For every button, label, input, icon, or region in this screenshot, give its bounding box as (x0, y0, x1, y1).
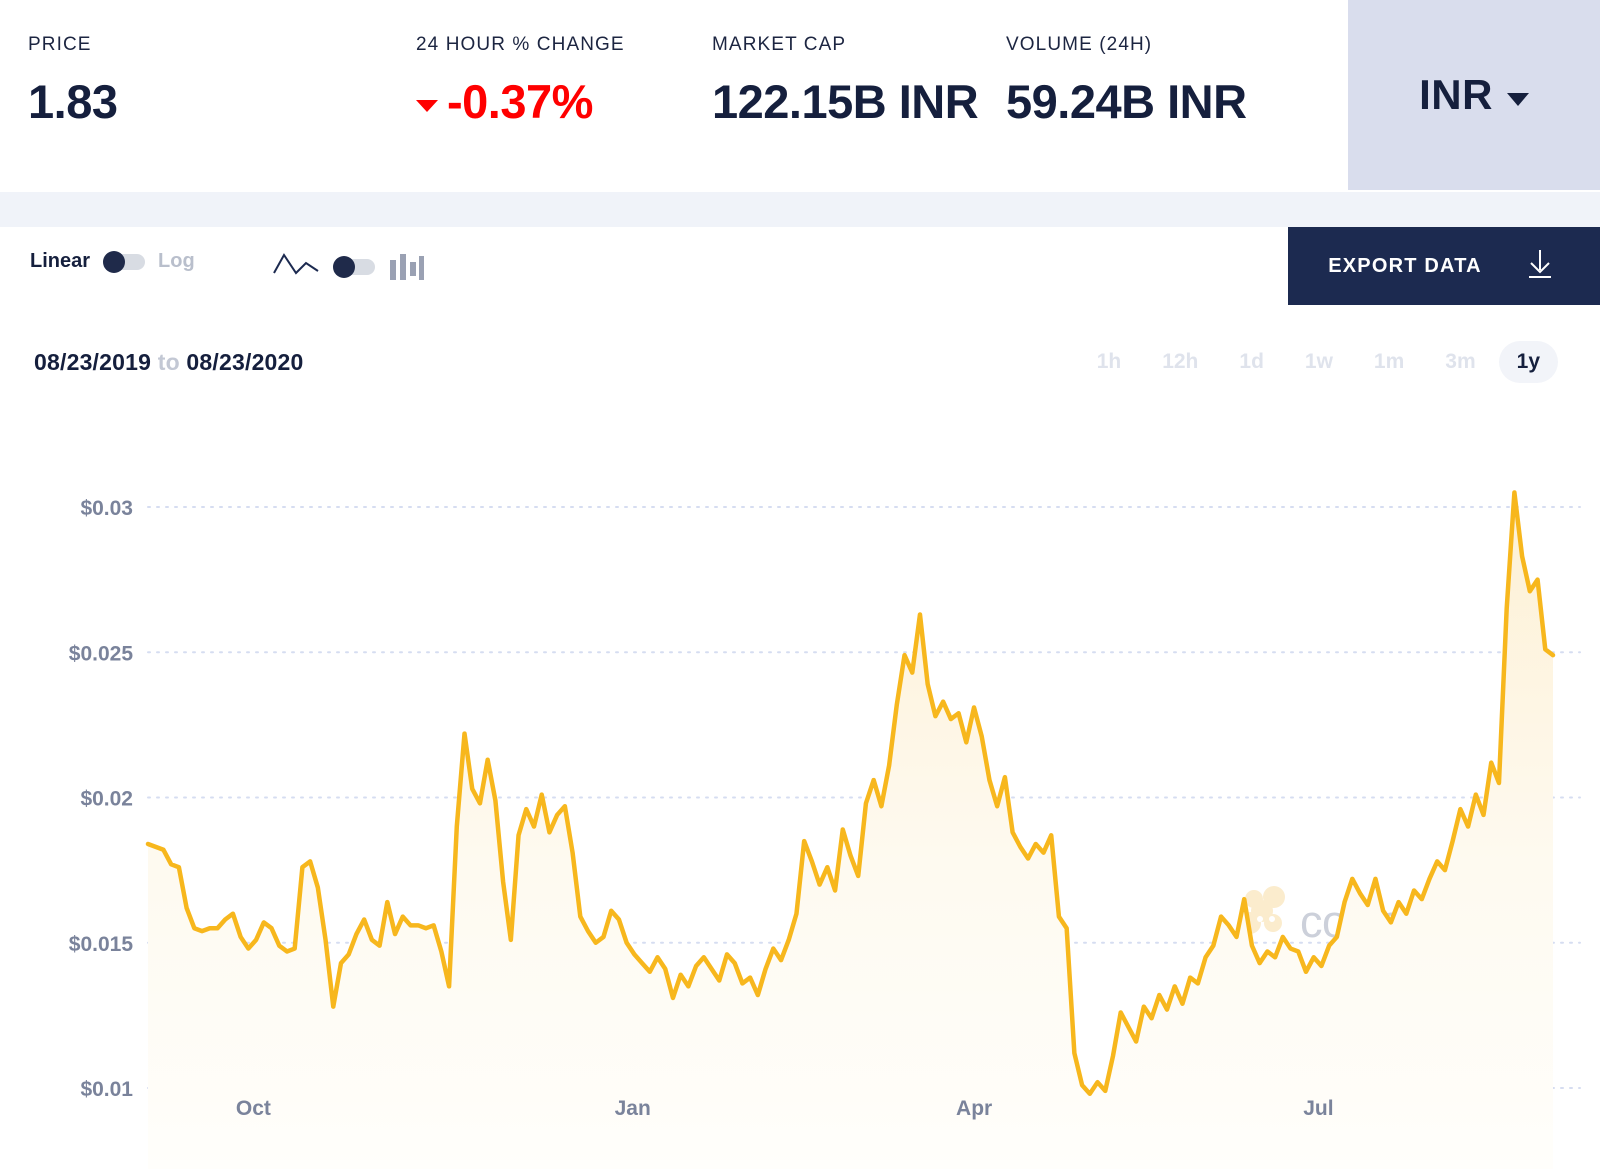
line-chart-icon[interactable] (272, 249, 320, 284)
chart-type-toggle-knob (333, 256, 355, 278)
stat-change-value-group: -0.37% (416, 74, 712, 129)
stat-price: PRICE 1.83 (28, 34, 416, 129)
chart-y-axis-labels: $0.01 $0.015 $0.02 $0.025 $0.03 (69, 497, 134, 1101)
y-axis-tick-label: $0.01 (80, 1078, 133, 1101)
time-range-1d[interactable]: 1d (1221, 341, 1282, 383)
scale-toggle-linear-label[interactable]: Linear (30, 250, 90, 273)
price-chart-container[interactable]: $0.01$0.015$0.02$0.025$0.03 coindesk Oct… (0, 417, 1600, 1169)
date-range-separator: to (158, 349, 180, 375)
currency-selector-value: INR (1419, 71, 1493, 119)
chart-type-toggle-group (272, 249, 426, 284)
caret-down-icon (416, 100, 438, 112)
stat-change-value: -0.37% (447, 74, 593, 129)
date-range-end[interactable]: 08/23/2020 (186, 349, 303, 375)
chart-type-toggle-switch[interactable] (333, 259, 375, 275)
date-range-row: 08/23/2019 to 08/23/2020 1h 12h 1d 1w 1m… (0, 327, 1600, 417)
x-axis-tick-label: Apr (956, 1097, 992, 1120)
currency-selector[interactable]: INR (1348, 0, 1600, 190)
y-axis-tick-label: $0.015 (69, 933, 134, 956)
x-axis-tick-label: Jan (615, 1097, 651, 1120)
date-range-start[interactable]: 08/23/2019 (34, 349, 151, 375)
scale-toggle-group: Linear Log (30, 250, 195, 273)
stat-volume-label: VOLUME (24H) (1006, 34, 1206, 56)
y-axis-tick-label: $0.02 (80, 788, 133, 811)
x-axis-tick-label: Jul (1303, 1097, 1333, 1120)
chart-area-fill (148, 492, 1553, 1169)
stat-market-cap: MARKET CAP 122.15B INR (712, 34, 1006, 129)
time-range-1w[interactable]: 1w (1287, 341, 1351, 383)
export-data-label: EXPORT DATA (1328, 255, 1482, 278)
chevron-down-icon (1507, 93, 1529, 106)
time-range-1y[interactable]: 1y (1499, 341, 1558, 383)
bar-chart-icon[interactable] (388, 252, 426, 282)
time-range-1m[interactable]: 1m (1356, 341, 1422, 383)
scale-toggle-switch[interactable] (103, 254, 145, 270)
stat-change: 24 HOUR % CHANGE -0.37% (416, 34, 712, 129)
stat-volume: VOLUME (24H) 59.24B INR (1006, 34, 1206, 129)
stat-market-cap-value: 122.15B INR (712, 74, 1006, 129)
stat-price-value: 1.83 (28, 74, 416, 129)
time-range-selector: 1h 12h 1d 1w 1m 3m 1y (1079, 341, 1558, 383)
date-range-picker[interactable]: 08/23/2019 to 08/23/2020 (34, 349, 304, 376)
time-range-1h[interactable]: 1h (1079, 341, 1140, 383)
stat-price-label: PRICE (28, 34, 416, 56)
header-divider-strip (0, 192, 1600, 227)
stats-header: PRICE 1.83 24 HOUR % CHANGE -0.37% MARKE… (0, 0, 1600, 192)
scale-toggle-log-label[interactable]: Log (158, 250, 195, 273)
stat-change-label: 24 HOUR % CHANGE (416, 34, 712, 56)
price-chart[interactable]: $0.01$0.015$0.02$0.025$0.03 coindesk Oct… (0, 417, 1600, 1169)
scale-toggle-knob (103, 251, 125, 273)
time-range-3m[interactable]: 3m (1427, 341, 1493, 383)
chart-toolbar: Linear Log EXPORT DATA (0, 227, 1600, 327)
y-axis-tick-label: $0.025 (69, 642, 134, 665)
x-axis-tick-label: Oct (236, 1097, 271, 1120)
stat-market-cap-label: MARKET CAP (712, 34, 1006, 56)
time-range-12h[interactable]: 12h (1144, 341, 1216, 383)
export-data-button[interactable]: EXPORT DATA (1288, 227, 1600, 305)
stat-volume-value: 59.24B INR (1006, 74, 1206, 129)
y-axis-tick-label: $0.03 (80, 497, 133, 520)
download-icon (1520, 244, 1560, 289)
